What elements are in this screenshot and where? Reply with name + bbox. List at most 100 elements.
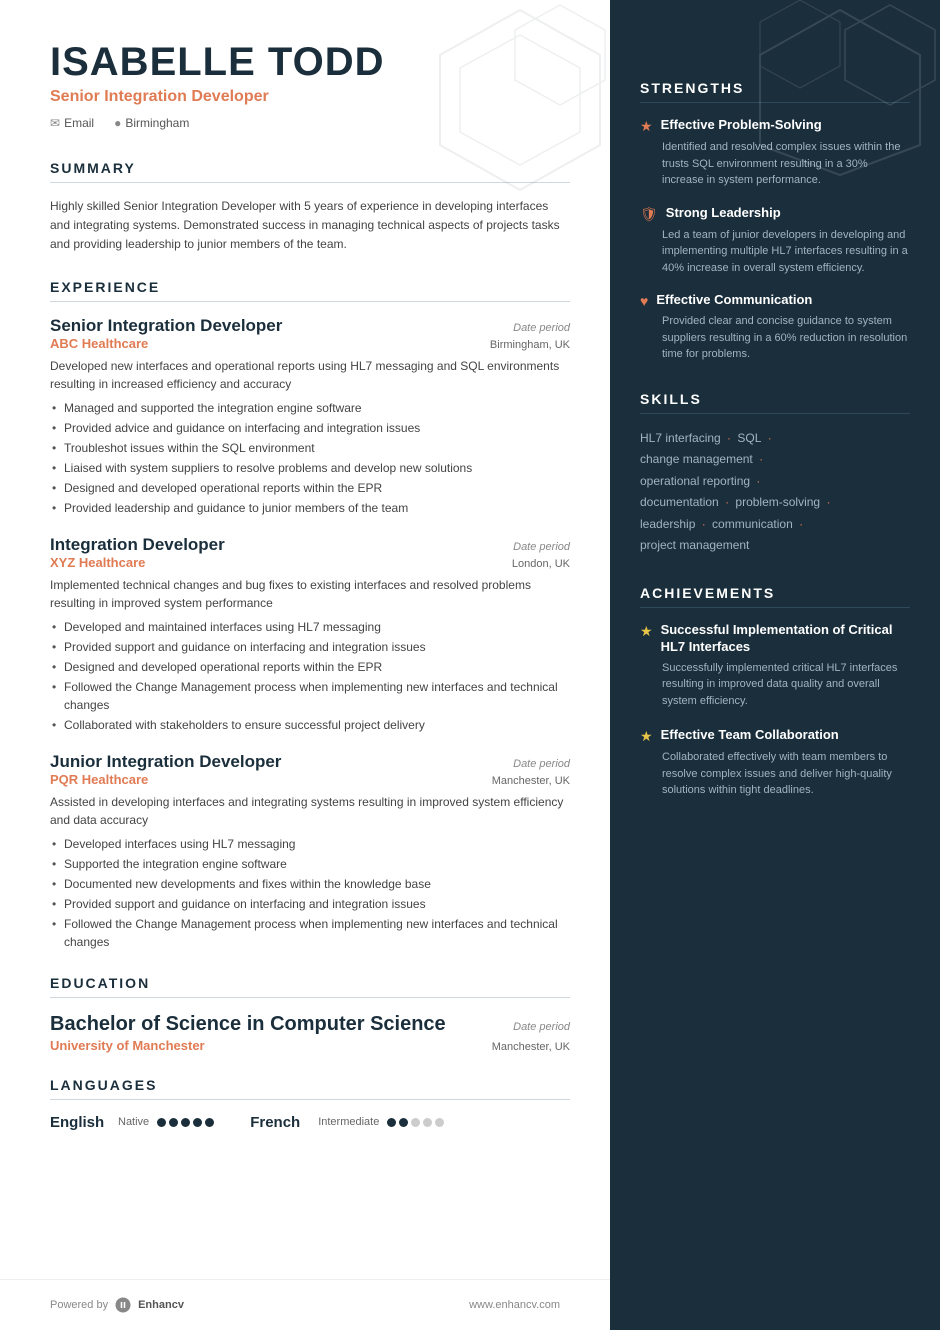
- bullet-item: Provided support and guidance on interfa…: [50, 895, 570, 913]
- lang-french-level: Intermediate: [318, 1116, 379, 1128]
- strength-2: 🛡 Strong Leadership Led a team of junior…: [640, 205, 910, 277]
- right-column: STRENGTHS ★ Effective Problem-Solving Id…: [610, 0, 940, 1330]
- strength-2-desc: Led a team of junior developers in devel…: [662, 227, 910, 277]
- education-location: Manchester, UK: [492, 1041, 570, 1053]
- job-2-role: Integration Developer: [50, 535, 225, 555]
- skills-title: SKILLS: [640, 391, 910, 414]
- achievements-title: ACHIEVEMENTS: [640, 585, 910, 608]
- job-3-date: Date period: [513, 758, 570, 770]
- skill-item: documentation: [640, 495, 719, 509]
- job-1-company-row: ABC Healthcare Birmingham, UK: [50, 336, 570, 351]
- summary-title: SUMMARY: [50, 160, 570, 183]
- strength-3-name: Effective Communication: [656, 292, 812, 309]
- bullet-item: Designed and developed operational repor…: [50, 479, 570, 497]
- achievement-2-desc: Collaborated effectively with team membe…: [662, 749, 910, 799]
- job-1: Senior Integration Developer Date period…: [50, 316, 570, 517]
- website-url: www.enhancv.com: [469, 1299, 560, 1311]
- job-3-company: PQR Healthcare: [50, 772, 148, 787]
- skill-item: SQL: [737, 431, 761, 445]
- languages-section: LANGUAGES English Native French: [50, 1077, 570, 1131]
- skill-item: communication: [712, 517, 793, 531]
- dot: [193, 1118, 202, 1127]
- job-1-role: Senior Integration Developer: [50, 316, 282, 336]
- bullet-item: Managed and supported the integration en…: [50, 399, 570, 417]
- dot: [435, 1118, 444, 1127]
- bullet-item: Troubleshot issues within the SQL enviro…: [50, 439, 570, 457]
- skill-item: problem-solving: [735, 495, 820, 509]
- bullet-item: Documented new developments and fixes wi…: [50, 875, 570, 893]
- footer: Powered by Enhancv www.enhancv.com: [0, 1279, 610, 1330]
- job-1-date: Date period: [513, 322, 570, 334]
- achievements-section: ACHIEVEMENTS ★ Successful Implementation…: [640, 585, 910, 799]
- skill-separator: ·: [753, 474, 760, 488]
- degree-name: Bachelor of Science in Computer Science: [50, 1012, 446, 1036]
- job-2-company: XYZ Healthcare: [50, 555, 145, 570]
- brand-name: Enhancv: [138, 1299, 184, 1311]
- language-french: French Intermediate: [250, 1114, 444, 1131]
- strength-3-header: ♥ Effective Communication: [640, 292, 910, 309]
- bullet-item: Followed the Change Management process w…: [50, 915, 570, 951]
- dot: [205, 1118, 214, 1127]
- lang-french-dots: [387, 1118, 444, 1127]
- candidate-title: Senior Integration Developer: [50, 88, 570, 106]
- job-2: Integration Developer Date period XYZ He…: [50, 535, 570, 734]
- achievement-1-header: ★ Successful Implementation of Critical …: [640, 622, 910, 656]
- job-3-company-row: PQR Healthcare Manchester, UK: [50, 772, 570, 787]
- dot: [399, 1118, 408, 1127]
- job-2-company-row: XYZ Healthcare London, UK: [50, 555, 570, 570]
- bullet-item: Provided advice and guidance on interfac…: [50, 419, 570, 437]
- job-2-date: Date period: [513, 541, 570, 553]
- lang-english-level: Native: [118, 1116, 149, 1128]
- job-3-location: Manchester, UK: [492, 775, 570, 787]
- email-icon: ✉: [50, 116, 60, 130]
- heart-icon: ♥: [640, 293, 648, 309]
- skill-separator: ·: [796, 517, 803, 531]
- job-3-bullets: Developed interfaces using HL7 messaging…: [50, 835, 570, 951]
- bullet-item: Collaborated with stakeholders to ensure…: [50, 716, 570, 734]
- shield-icon: 🛡: [640, 206, 658, 223]
- header: ISABELLE TODD Senior Integration Develop…: [50, 40, 570, 130]
- skill-separator: ·: [724, 431, 735, 445]
- achievement-2-name: Effective Team Collaboration: [661, 727, 839, 744]
- education-date: Date period: [513, 1021, 570, 1033]
- location-icon: ●: [114, 116, 121, 130]
- experience-title: EXPERIENCE: [50, 279, 570, 302]
- summary-text: Highly skilled Senior Integration Develo…: [50, 197, 570, 255]
- resume-page: ISABELLE TODD Senior Integration Develop…: [0, 0, 940, 1330]
- skill-item: leadership: [640, 517, 695, 531]
- bullet-item: Provided support and guidance on interfa…: [50, 638, 570, 656]
- location-label: Birmingham: [125, 116, 189, 130]
- education-title: EDUCATION: [50, 975, 570, 998]
- bullet-item: Developed and maintained interfaces usin…: [50, 618, 570, 636]
- skill-separator: ·: [722, 495, 733, 509]
- strength-3-desc: Provided clear and concise guidance to s…: [662, 313, 910, 363]
- bullet-item: Followed the Change Management process w…: [50, 678, 570, 714]
- powered-by-text: Powered by: [50, 1299, 108, 1311]
- dot: [169, 1118, 178, 1127]
- email-contact: ✉ Email: [50, 116, 94, 130]
- job-1-desc: Developed new interfaces and operational…: [50, 357, 570, 393]
- dot: [157, 1118, 166, 1127]
- job-2-header: Integration Developer Date period: [50, 535, 570, 555]
- languages-title: LANGUAGES: [50, 1077, 570, 1100]
- job-2-desc: Implemented technical changes and bug fi…: [50, 576, 570, 612]
- job-1-header: Senior Integration Developer Date period: [50, 316, 570, 336]
- experience-section: EXPERIENCE Senior Integration Developer …: [50, 279, 570, 951]
- bullet-item: Designed and developed operational repor…: [50, 658, 570, 676]
- contact-row: ✉ Email ● Birmingham: [50, 116, 570, 130]
- skill-item: project management: [640, 538, 749, 552]
- dot: [423, 1118, 432, 1127]
- dot: [387, 1118, 396, 1127]
- bullet-item: Developed interfaces using HL7 messaging: [50, 835, 570, 853]
- education-school-row: University of Manchester Manchester, UK: [50, 1036, 570, 1053]
- star-outline-icon: ★: [640, 118, 653, 135]
- dot: [411, 1118, 420, 1127]
- dot: [181, 1118, 190, 1127]
- skill-item: HL7 interfacing: [640, 431, 721, 445]
- left-column: ISABELLE TODD Senior Integration Develop…: [0, 0, 610, 1330]
- job-3-role: Junior Integration Developer: [50, 752, 281, 772]
- achievement-1: ★ Successful Implementation of Critical …: [640, 622, 910, 709]
- lang-english-name: English: [50, 1114, 110, 1131]
- job-1-company: ABC Healthcare: [50, 336, 148, 351]
- achievement-1-name: Successful Implementation of Critical HL…: [661, 622, 910, 656]
